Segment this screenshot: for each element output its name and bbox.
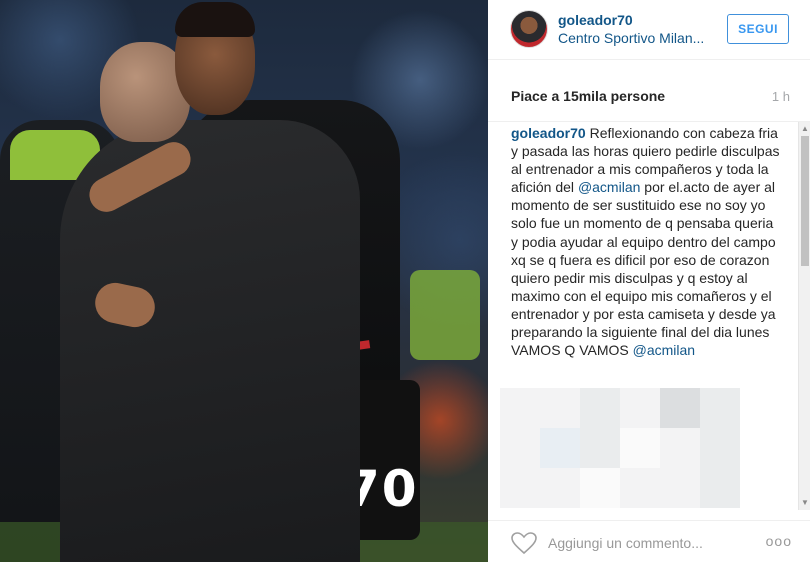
location-link[interactable]: Centro Sportivo Milan... [558, 30, 704, 46]
pixelated-comment [500, 388, 740, 508]
heart-icon[interactable] [510, 531, 538, 555]
comment-input[interactable] [548, 532, 748, 554]
username-link[interactable]: goleador70 [558, 12, 633, 28]
post-footer: ooo [488, 520, 810, 562]
post-sidebar: goleador70 Centro Sportivo Milan... SEGU… [488, 0, 810, 562]
scroll-up-arrow-icon[interactable]: ▲ [799, 122, 810, 136]
likes-row: Piace a 15mila persone 1 h [488, 60, 810, 122]
more-options-icon[interactable]: ooo [766, 533, 792, 549]
caption-part-2: por el.acto de ayer al momento de ser su… [511, 179, 776, 359]
scroll-down-arrow-icon[interactable]: ▼ [799, 496, 810, 510]
player-hair [175, 2, 255, 37]
post-header: goleador70 Centro Sportivo Milan... SEGU… [488, 0, 810, 60]
follow-button[interactable]: SEGUI [727, 14, 789, 44]
background-vest-right [410, 270, 480, 360]
mention-link[interactable]: @acmilan [578, 179, 640, 195]
avatar[interactable] [510, 10, 548, 48]
likes-count[interactable]: Piace a 15mila persone [511, 88, 665, 104]
caption-text: goleador70 Reflexionando con cabeza fria… [511, 124, 781, 359]
caption-username[interactable]: goleador70 [511, 125, 586, 141]
post-photo[interactable]: 70 [0, 0, 488, 562]
scroll-thumb[interactable] [801, 136, 809, 266]
comments-area[interactable]: goleador70 Reflexionando con cabeza fria… [488, 122, 810, 510]
mention-link-2[interactable]: @acmilan [633, 342, 695, 358]
scrollbar[interactable]: ▲ ▼ [798, 122, 810, 510]
post-time[interactable]: 1 h [772, 89, 790, 104]
